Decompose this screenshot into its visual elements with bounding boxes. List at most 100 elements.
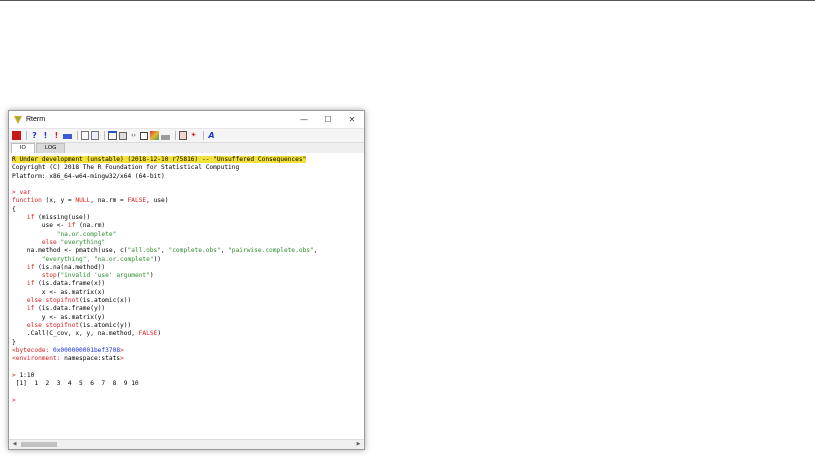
console-text: stop xyxy=(41,272,57,280)
console-text: var xyxy=(19,189,31,197)
console-text: FALSE xyxy=(138,330,158,338)
window-title: Rterm xyxy=(26,116,46,123)
close-button[interactable]: ✕ xyxy=(340,115,364,124)
console-text: R Under development (unstable) (2018-12-… xyxy=(12,156,307,163)
console-text: else stopifnot xyxy=(26,321,80,329)
console-text: use <- xyxy=(12,222,68,230)
scroll-left-icon[interactable]: ◀ xyxy=(10,440,19,449)
console-line: > xyxy=(12,397,364,405)
stop-icon[interactable]: ! xyxy=(41,131,50,140)
console-line: else "everything" xyxy=(12,239,364,247)
toolbar-separator xyxy=(77,131,78,140)
console-text: na.method <- pmatch(use, c( xyxy=(12,247,128,255)
console-text: function xyxy=(12,197,42,205)
toolbar-separator xyxy=(203,131,204,140)
title-bar[interactable]: Rterm — ☐ ✕ xyxy=(9,111,364,129)
console-output[interactable]: R Under development (unstable) (2018-12-… xyxy=(9,153,364,440)
console-line: if (is.data.frame(y)) xyxy=(12,305,364,313)
console-line: > var xyxy=(12,189,364,197)
interrupt-icon[interactable]: ! xyxy=(52,131,61,140)
window-icon[interactable] xyxy=(108,131,117,140)
toolbar: ? ! ! ‹› ✦ A xyxy=(9,129,364,143)
copy-icon[interactable] xyxy=(81,131,89,140)
console-line: na.method <- pmatch(use, c("all.obs", "c… xyxy=(12,247,364,255)
console-text: , xyxy=(220,247,229,255)
palette-icon[interactable] xyxy=(150,131,159,140)
minimize-button[interactable]: — xyxy=(292,115,316,124)
console-text: { xyxy=(12,205,16,213)
packages-icon[interactable] xyxy=(161,134,170,140)
font-icon[interactable]: A xyxy=(207,131,216,140)
console-line: .Call(C_cov, x, y, na.method, FALSE) xyxy=(12,330,364,338)
console-text: "all.obs" xyxy=(127,247,162,255)
tab-io[interactable]: IO xyxy=(11,143,35,153)
help-icon[interactable]: ? xyxy=(30,131,39,140)
console-text: (missing(use)) xyxy=(34,214,91,222)
scrollbar-thumb[interactable] xyxy=(21,442,57,447)
console-icon[interactable] xyxy=(12,131,21,140)
console-text: > xyxy=(120,346,124,354)
console-line: "everything", "na.or.complete")) xyxy=(12,256,364,264)
console-text: (is.data.frame(y)) xyxy=(34,305,106,313)
console-text: Copyright (C) 2018 The R Foundation for … xyxy=(12,164,240,172)
console-text: x <- as.matrix(x) xyxy=(12,288,106,296)
console-text: > xyxy=(120,355,124,363)
rterm-app-icon xyxy=(14,115,22,124)
console-line: x <- as.matrix(x) xyxy=(12,289,364,297)
page-top-rule xyxy=(0,0,815,1)
console-text: ) xyxy=(157,330,162,338)
console-line: } xyxy=(12,339,364,347)
console-text: )) xyxy=(153,255,162,263)
console-line: function (x, y = NULL, na.rm = FALSE, us… xyxy=(12,197,364,205)
console-text: } xyxy=(12,338,16,346)
horizontal-scrollbar[interactable]: ◀ ▶ xyxy=(9,439,364,449)
console-text: (is.na(na.method)) xyxy=(34,263,106,271)
tab-log[interactable]: LOG xyxy=(35,143,66,153)
console-text: , xyxy=(313,247,318,255)
keyboard-icon[interactable] xyxy=(63,134,72,139)
edit-icon[interactable] xyxy=(140,131,148,140)
console-text: "pairwise.complete.obs" xyxy=(228,247,314,255)
console-line: R Under development (unstable) (2018-12-… xyxy=(12,156,364,164)
code-icon[interactable]: ‹› xyxy=(129,131,138,140)
console-line: Platform: x86_64-w64-mingw32/x64 (64-bit… xyxy=(12,173,364,181)
toolbar-separator xyxy=(104,131,105,140)
console-line: else stopifnot(is.atomic(x)) xyxy=(12,297,364,305)
console-text: "everything" xyxy=(56,238,106,246)
settings-icon[interactable] xyxy=(119,131,127,140)
console-text: "na.or.complete" xyxy=(12,230,117,238)
console-text: "everything", "na.or.complete" xyxy=(12,255,154,263)
paste-icon[interactable] xyxy=(91,131,99,140)
console-text: [1] 1 2 3 4 5 6 7 8 9 10 xyxy=(12,380,139,388)
console-text: namespace:stats xyxy=(64,355,121,363)
console-line: else stopifnot(is.atomic(y)) xyxy=(12,322,364,330)
console-text: y <- as.matrix(y) xyxy=(12,313,106,321)
scroll-right-icon[interactable]: ▶ xyxy=(354,440,363,449)
maximize-button[interactable]: ☐ xyxy=(316,115,340,124)
files-icon[interactable] xyxy=(179,131,187,140)
console-line: [1] 1 2 3 4 5 6 7 8 9 10 xyxy=(12,380,364,388)
console-text: (is.atomic(x)) xyxy=(79,297,132,305)
rterm-window[interactable]: Rterm — ☐ ✕ ? ! ! ‹› ✦ A IO LOG R Under … xyxy=(8,110,365,450)
console-text: > xyxy=(12,396,16,404)
console-line: if (is.na(na.method)) xyxy=(12,264,364,272)
console-line: use <- if (na.rm) xyxy=(12,222,364,230)
console-line: { xyxy=(12,206,364,214)
console-text: Platform: x86_64-w64-mingw32/x64 (64-bit… xyxy=(12,172,165,180)
console-text: (is.data.frame(x)) xyxy=(34,280,106,288)
console-text: NULL xyxy=(75,197,91,205)
console-text: (na.rm) xyxy=(75,222,106,230)
console-text: , na.rm = xyxy=(90,197,128,205)
console-line: "na.or.complete" xyxy=(12,231,364,239)
console-text: <environment: xyxy=(12,355,65,363)
pin-icon[interactable]: ✦ xyxy=(189,131,198,140)
toolbar-separator xyxy=(175,131,176,140)
